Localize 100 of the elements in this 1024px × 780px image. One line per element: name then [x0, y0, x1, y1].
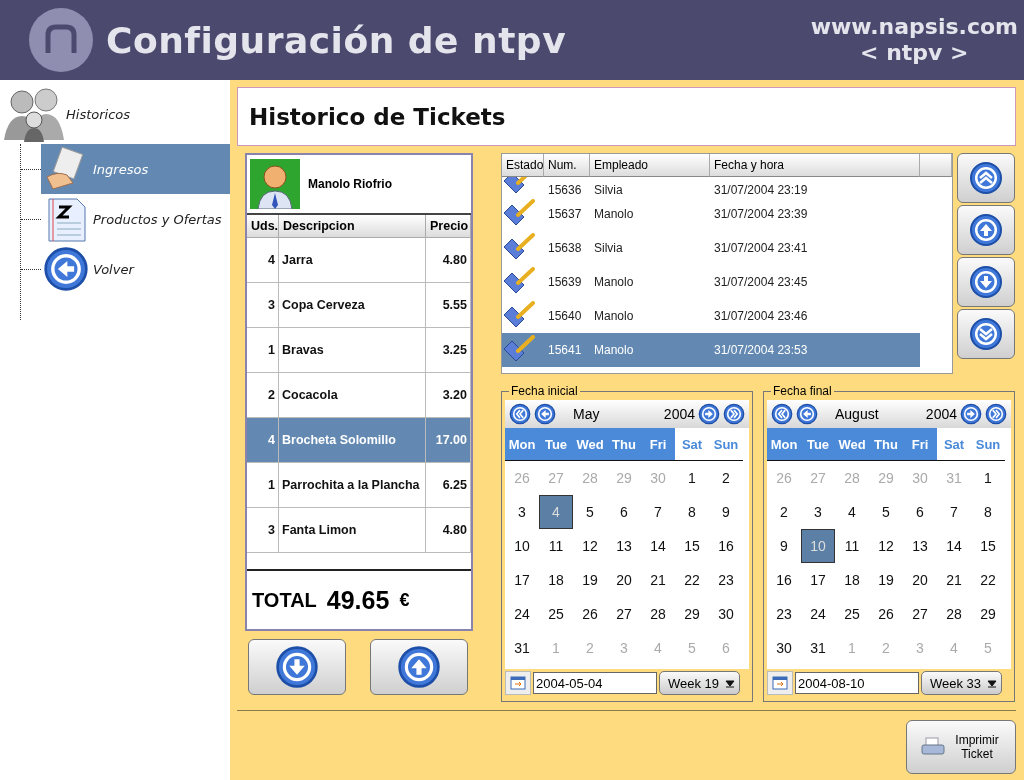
table-cell-text: 15640	[547, 308, 583, 325]
calendar-day[interactable]: 24	[801, 597, 835, 631]
week-dropdown[interactable]: Week 33	[921, 671, 1003, 695]
calendar-day[interactable]: 13	[607, 529, 641, 563]
week-dropdown[interactable]: Week 19	[659, 671, 741, 695]
calendar-day[interactable]: 14	[937, 529, 971, 563]
table-cell: Copa Cerveza	[279, 283, 426, 328]
table-cell: 4	[247, 418, 279, 463]
table-cell-text: 31/07/2004 23:41	[713, 240, 809, 257]
calendar-day[interactable]: 27	[607, 597, 641, 631]
calendar-day[interactable]: 25	[539, 597, 573, 631]
calendar-day[interactable]: 12	[869, 529, 903, 563]
calendar-day[interactable]: 16	[709, 529, 743, 563]
calendar-day[interactable]: 20	[607, 563, 641, 597]
date-field[interactable]: 2004-08-10	[795, 672, 919, 694]
calendar-day[interactable]: 5	[869, 495, 903, 529]
weekday-header: Wed	[573, 428, 607, 460]
print-ticket-button[interactable]: Imprimir Ticket	[906, 720, 1016, 774]
weekday-header: Thu	[607, 428, 641, 460]
calendar-day[interactable]: 8	[971, 495, 1005, 529]
product-text: < ntpv >	[860, 40, 969, 66]
calendar-day[interactable]: 5	[573, 495, 607, 529]
calendar-day[interactable]: 6	[607, 495, 641, 529]
calendar-day[interactable]: 2	[767, 495, 801, 529]
calendar-day[interactable]: 7	[641, 495, 675, 529]
tree-root-label[interactable]: Historicos	[66, 106, 131, 122]
calendar-day[interactable]: 21	[641, 563, 675, 597]
table-cell-text: Silvia	[593, 240, 624, 257]
table-cell: 3.20	[426, 373, 471, 418]
calendar-day[interactable]: 17	[801, 563, 835, 597]
calendar-day[interactable]: 30	[767, 631, 801, 665]
calendar-day[interactable]: 16	[767, 563, 801, 597]
calendar-day[interactable]: 3	[505, 495, 539, 529]
calendar-day[interactable]: 9	[767, 529, 801, 563]
table-cell: 4.80	[426, 238, 471, 283]
table-cell: Brocheta Solomillo	[279, 418, 426, 463]
calendar-day[interactable]: 28	[937, 597, 971, 631]
calendar-day[interactable]: 22	[971, 563, 1005, 597]
calendar-day[interactable]: 9	[709, 495, 743, 529]
calendar-day[interactable]: 17	[505, 563, 539, 597]
column-header: Fecha y hora	[710, 154, 920, 177]
calendar-day[interactable]: 30	[709, 597, 743, 631]
column-header: Estado	[502, 154, 544, 177]
total-amount: 49.65	[326, 585, 390, 615]
calendar-day[interactable]: 1	[675, 461, 709, 495]
table-cell: 17.00	[426, 418, 471, 463]
calendar-day[interactable]: 27	[903, 597, 937, 631]
calendar-day[interactable]: 20	[903, 563, 937, 597]
year-label: 2004	[663, 406, 695, 422]
calendar-day[interactable]: 13	[903, 529, 937, 563]
calendar-day[interactable]: 23	[709, 563, 743, 597]
calendar-day[interactable]: 26	[869, 597, 903, 631]
app-title: Configuración de ntpv	[106, 19, 567, 61]
calendar-day[interactable]: 31	[505, 631, 539, 665]
calendar-day[interactable]: 6	[903, 495, 937, 529]
calendar-day[interactable]: 10	[505, 529, 539, 563]
table-cell-text: 31/07/2004 23:39	[713, 206, 809, 223]
currency-symbol: €	[399, 589, 410, 611]
calendar-day[interactable]: 23	[767, 597, 801, 631]
calendar-day[interactable]: 11	[835, 529, 869, 563]
calendar-day[interactable]: 18	[539, 563, 573, 597]
calendar-day[interactable]: 12	[573, 529, 607, 563]
calendar-legend: Fecha inicial	[509, 384, 580, 398]
website-text: www.napsis.com	[810, 14, 1018, 40]
column-header: Empleado	[590, 154, 710, 177]
weekday-header: Mon	[505, 428, 539, 460]
calendar-legend: Fecha final	[771, 384, 834, 398]
calendar-day[interactable]: 11	[539, 529, 573, 563]
month-label: August	[835, 406, 880, 422]
table-cell: 2	[247, 373, 279, 418]
calendar-day[interactable]: 8	[675, 495, 709, 529]
calendar-day[interactable]: 29	[675, 597, 709, 631]
date-field[interactable]: 2004-05-04	[533, 672, 657, 694]
total-label: TOTAL	[252, 588, 317, 612]
calendar-day[interactable]: 25	[835, 597, 869, 631]
calendar-day[interactable]: 14	[641, 529, 675, 563]
calendar-day[interactable]: 3	[801, 495, 835, 529]
calendar-day[interactable]: 18	[835, 563, 869, 597]
calendar-day[interactable]: 19	[869, 563, 903, 597]
calendar-day[interactable]: 15	[971, 529, 1005, 563]
calendar-day[interactable]: 4	[835, 495, 869, 529]
calendar-day[interactable]: 29	[971, 597, 1005, 631]
table-cell-text: 15638	[547, 240, 583, 257]
calendar-day[interactable]: 7	[937, 495, 971, 529]
calendar-day[interactable]: 31	[801, 631, 835, 665]
table-cell: 6.25	[426, 463, 471, 508]
calendar-day[interactable]: 26	[573, 597, 607, 631]
calendar-day[interactable]: 22	[675, 563, 709, 597]
calendar-day[interactable]: 19	[573, 563, 607, 597]
weekday-header: Fri	[641, 428, 675, 460]
calendar-day[interactable]: 15	[675, 529, 709, 563]
calendar-day[interactable]: 1	[971, 461, 1005, 495]
calendar-day[interactable]: 21	[937, 563, 971, 597]
table-cell-text: 31/07/2004 23:45	[713, 274, 809, 291]
table-cell: Manolo	[590, 333, 710, 367]
weekday-header: Thu	[869, 428, 903, 460]
calendar-day[interactable]: 2	[709, 461, 743, 495]
table-cell-text: 31/07/2004 23:19	[713, 182, 809, 197]
calendar-day[interactable]: 24	[505, 597, 539, 631]
calendar-day[interactable]: 28	[641, 597, 675, 631]
